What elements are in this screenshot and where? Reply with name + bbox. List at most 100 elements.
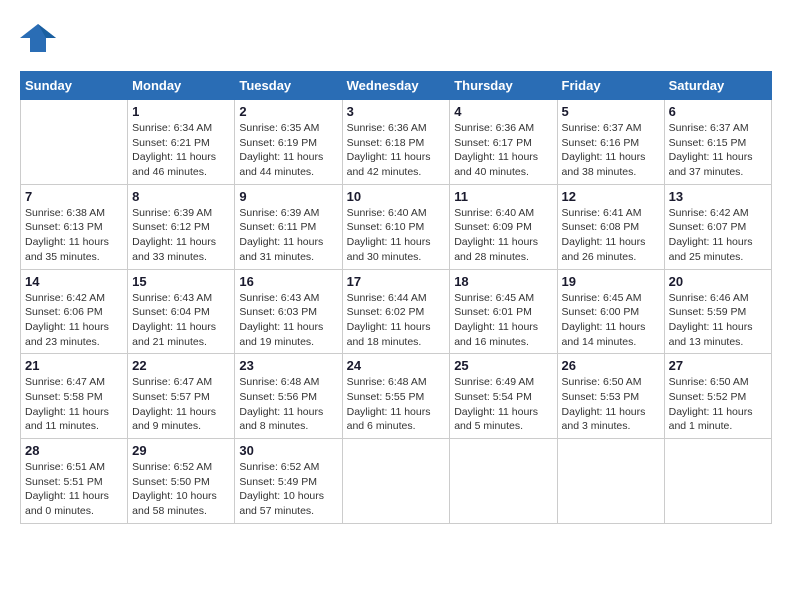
day-info: Sunrise: 6:48 AM Sunset: 5:55 PM Dayligh…: [347, 375, 446, 434]
calendar-cell: 14 Sunrise: 6:42 AM Sunset: 6:06 PM Dayli…: [21, 269, 128, 354]
day-number: 25: [454, 358, 552, 373]
calendar-cell: 30 Sunrise: 6:52 AM Sunset: 5:49 PM Dayli…: [235, 439, 342, 524]
day-info: Sunrise: 6:51 AM Sunset: 5:51 PM Dayligh…: [25, 460, 123, 519]
day-info: Sunrise: 6:42 AM Sunset: 6:07 PM Dayligh…: [669, 206, 767, 265]
calendar-cell: 12 Sunrise: 6:41 AM Sunset: 6:08 PM Dayli…: [557, 184, 664, 269]
calendar-cell: 27 Sunrise: 6:50 AM Sunset: 5:52 PM Dayli…: [664, 354, 771, 439]
day-info: Sunrise: 6:42 AM Sunset: 6:06 PM Dayligh…: [25, 291, 123, 350]
calendar-cell: 11 Sunrise: 6:40 AM Sunset: 6:09 PM Dayli…: [450, 184, 557, 269]
calendar-week-row: 1Sunrise: 6:34 AM Sunset: 6:21 PM Daylig…: [21, 100, 772, 185]
day-number: 28: [25, 443, 123, 458]
calendar-cell: 23 Sunrise: 6:48 AM Sunset: 5:56 PM Dayli…: [235, 354, 342, 439]
calendar-cell: 29 Sunrise: 6:52 AM Sunset: 5:50 PM Dayli…: [128, 439, 235, 524]
calendar-week-row: 28 Sunrise: 6:51 AM Sunset: 5:51 PM Dayli…: [21, 439, 772, 524]
page-header: [20, 20, 772, 61]
calendar-cell: 6 Sunrise: 6:37 AM Sunset: 6:15 PM Daylig…: [664, 100, 771, 185]
day-info: Sunrise: 6:46 AM Sunset: 5:59 PM Dayligh…: [669, 291, 767, 350]
day-info: Sunrise: 6:49 AM Sunset: 5:54 PM Dayligh…: [454, 375, 552, 434]
day-number: 27: [669, 358, 767, 373]
calendar-day-header: Monday: [128, 72, 235, 100]
calendar-week-row: 14 Sunrise: 6:42 AM Sunset: 6:06 PM Dayli…: [21, 269, 772, 354]
calendar-cell: [342, 439, 450, 524]
day-info: Sunrise: 6:47 AM Sunset: 5:58 PM Dayligh…: [25, 375, 123, 434]
calendar-table: SundayMondayTuesdayWednesdayThursdayFrid…: [20, 71, 772, 524]
day-number: 18: [454, 274, 552, 289]
day-info: Sunrise: 6:40 AM Sunset: 6:09 PM Dayligh…: [454, 206, 552, 265]
calendar-day-header: Saturday: [664, 72, 771, 100]
day-number: 14: [25, 274, 123, 289]
day-info: Sunrise: 6:52 AM Sunset: 5:49 PM Dayligh…: [239, 460, 337, 519]
calendar-day-header: Sunday: [21, 72, 128, 100]
day-info: Sunrise: 6:50 AM Sunset: 5:52 PM Dayligh…: [669, 375, 767, 434]
day-number: 23: [239, 358, 337, 373]
calendar-cell: 25 Sunrise: 6:49 AM Sunset: 5:54 PM Dayli…: [450, 354, 557, 439]
day-info: Sunrise: 6:43 AM Sunset: 6:03 PM Dayligh…: [239, 291, 337, 350]
calendar-cell: 9Sunrise: 6:39 AM Sunset: 6:11 PM Daylig…: [235, 184, 342, 269]
calendar-cell: 26 Sunrise: 6:50 AM Sunset: 5:53 PM Dayli…: [557, 354, 664, 439]
day-number: 13: [669, 189, 767, 204]
day-info: Sunrise: 6:48 AM Sunset: 5:56 PM Dayligh…: [239, 375, 337, 434]
calendar-header-row: SundayMondayTuesdayWednesdayThursdayFrid…: [21, 72, 772, 100]
logo: [20, 20, 62, 61]
calendar-cell: 17 Sunrise: 6:44 AM Sunset: 6:02 PM Dayli…: [342, 269, 450, 354]
calendar-cell: 5Sunrise: 6:37 AM Sunset: 6:16 PM Daylig…: [557, 100, 664, 185]
day-info: Sunrise: 6:44 AM Sunset: 6:02 PM Dayligh…: [347, 291, 446, 350]
calendar-cell: 8 Sunrise: 6:39 AM Sunset: 6:12 PM Daylig…: [128, 184, 235, 269]
day-number: 1: [132, 104, 230, 119]
calendar-cell: 22 Sunrise: 6:47 AM Sunset: 5:57 PM Dayli…: [128, 354, 235, 439]
day-number: 10: [347, 189, 446, 204]
calendar-day-header: Friday: [557, 72, 664, 100]
calendar-cell: 3 Sunrise: 6:36 AM Sunset: 6:18 PM Daylig…: [342, 100, 450, 185]
day-number: 12: [562, 189, 660, 204]
day-number: 26: [562, 358, 660, 373]
calendar-cell: 4Sunrise: 6:36 AM Sunset: 6:17 PM Daylig…: [450, 100, 557, 185]
day-number: 30: [239, 443, 337, 458]
calendar-cell: 10 Sunrise: 6:40 AM Sunset: 6:10 PM Dayli…: [342, 184, 450, 269]
day-info: Sunrise: 6:52 AM Sunset: 5:50 PM Dayligh…: [132, 460, 230, 519]
calendar-cell: 19 Sunrise: 6:45 AM Sunset: 6:00 PM Dayli…: [557, 269, 664, 354]
day-info: Sunrise: 6:36 AM Sunset: 6:18 PM Dayligh…: [347, 121, 446, 180]
calendar-cell: 24 Sunrise: 6:48 AM Sunset: 5:55 PM Dayli…: [342, 354, 450, 439]
day-number: 6: [669, 104, 767, 119]
day-number: 3: [347, 104, 446, 119]
calendar-cell: 1Sunrise: 6:34 AM Sunset: 6:21 PM Daylig…: [128, 100, 235, 185]
day-number: 19: [562, 274, 660, 289]
day-info: Sunrise: 6:45 AM Sunset: 6:00 PM Dayligh…: [562, 291, 660, 350]
day-number: 22: [132, 358, 230, 373]
calendar-day-header: Tuesday: [235, 72, 342, 100]
day-info: Sunrise: 6:39 AM Sunset: 6:12 PM Dayligh…: [132, 206, 230, 265]
day-number: 20: [669, 274, 767, 289]
day-number: 24: [347, 358, 446, 373]
day-number: 17: [347, 274, 446, 289]
day-info: Sunrise: 6:35 AM Sunset: 6:19 PM Dayligh…: [239, 121, 337, 180]
day-number: 29: [132, 443, 230, 458]
day-info: Sunrise: 6:41 AM Sunset: 6:08 PM Dayligh…: [562, 206, 660, 265]
calendar-cell: [450, 439, 557, 524]
day-number: 16: [239, 274, 337, 289]
calendar-cell: 7 Sunrise: 6:38 AM Sunset: 6:13 PM Daylig…: [21, 184, 128, 269]
calendar-week-row: 7 Sunrise: 6:38 AM Sunset: 6:13 PM Daylig…: [21, 184, 772, 269]
calendar-day-header: Thursday: [450, 72, 557, 100]
day-info: Sunrise: 6:50 AM Sunset: 5:53 PM Dayligh…: [562, 375, 660, 434]
calendar-cell: 18 Sunrise: 6:45 AM Sunset: 6:01 PM Dayli…: [450, 269, 557, 354]
day-number: 11: [454, 189, 552, 204]
day-number: 8: [132, 189, 230, 204]
day-info: Sunrise: 6:47 AM Sunset: 5:57 PM Dayligh…: [132, 375, 230, 434]
day-number: 4: [454, 104, 552, 119]
calendar-cell: 21 Sunrise: 6:47 AM Sunset: 5:58 PM Dayli…: [21, 354, 128, 439]
calendar-cell: [21, 100, 128, 185]
day-info: Sunrise: 6:37 AM Sunset: 6:15 PM Dayligh…: [669, 121, 767, 180]
day-number: 21: [25, 358, 123, 373]
calendar-cell: 13 Sunrise: 6:42 AM Sunset: 6:07 PM Dayli…: [664, 184, 771, 269]
day-info: Sunrise: 6:45 AM Sunset: 6:01 PM Dayligh…: [454, 291, 552, 350]
calendar-week-row: 21 Sunrise: 6:47 AM Sunset: 5:58 PM Dayli…: [21, 354, 772, 439]
day-info: Sunrise: 6:38 AM Sunset: 6:13 PM Dayligh…: [25, 206, 123, 265]
logo-bird-icon: [20, 20, 56, 61]
day-info: Sunrise: 6:40 AM Sunset: 6:10 PM Dayligh…: [347, 206, 446, 265]
calendar-cell: [557, 439, 664, 524]
calendar-cell: 28 Sunrise: 6:51 AM Sunset: 5:51 PM Dayli…: [21, 439, 128, 524]
calendar-day-header: Wednesday: [342, 72, 450, 100]
day-number: 7: [25, 189, 123, 204]
day-info: Sunrise: 6:37 AM Sunset: 6:16 PM Dayligh…: [562, 121, 660, 180]
day-number: 15: [132, 274, 230, 289]
